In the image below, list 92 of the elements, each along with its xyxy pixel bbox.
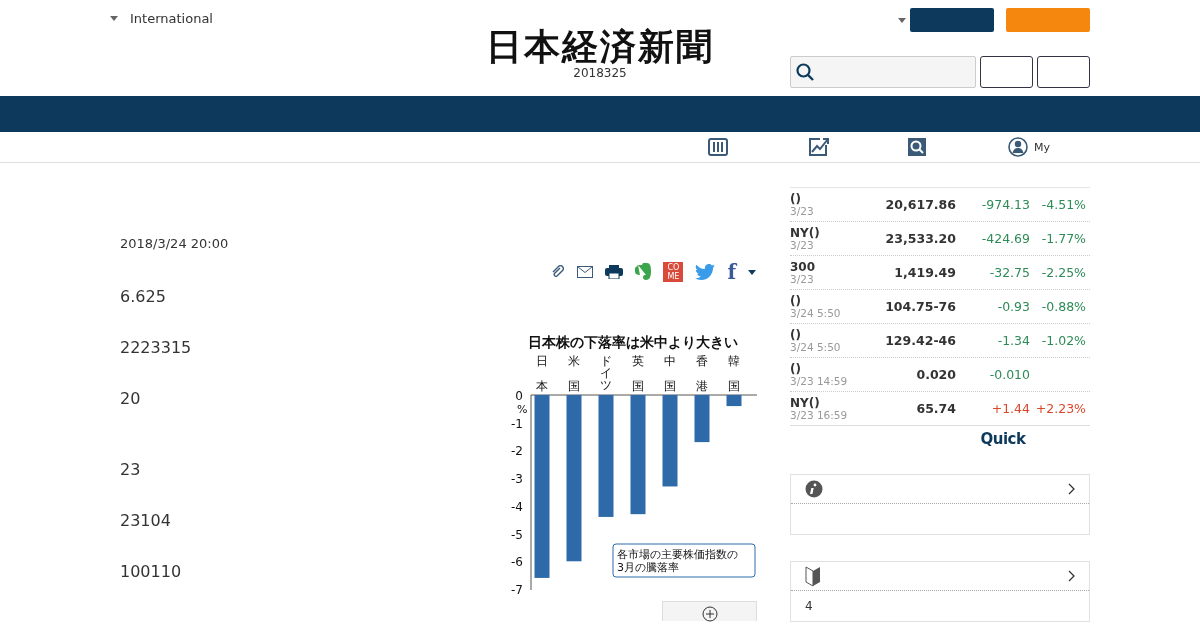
tick-label: -5 — [511, 527, 523, 542]
tick-label: 0 — [515, 389, 523, 403]
tick-label: -1 — [511, 416, 523, 431]
category-label: 香港 — [696, 354, 708, 393]
tick-label: -6 — [511, 555, 523, 570]
panel-text: 4 — [805, 599, 813, 613]
outline-button[interactable] — [1037, 56, 1090, 88]
market-name[interactable]: () — [790, 192, 870, 205]
search-field[interactable] — [790, 56, 976, 88]
market-value: 1,419.49 — [893, 265, 956, 280]
bar — [694, 395, 710, 443]
category-label: 日本 — [536, 354, 548, 393]
market-change: +1.44 — [990, 401, 1030, 416]
issue-date: 2018325 — [573, 66, 627, 80]
market-date: 3/23 16:59 — [790, 408, 849, 421]
market-value: 20,617.86 — [884, 197, 956, 212]
mail-icon[interactable] — [577, 266, 594, 278]
quick-logo[interactable]: Quick — [965, 430, 1041, 448]
market-percent: +2.23% — [1034, 401, 1086, 416]
plus-circle-icon — [701, 606, 718, 622]
info-icon[interactable] — [805, 480, 823, 498]
category-label: 韓国 — [728, 354, 740, 393]
market-change: -0.010 — [988, 367, 1030, 382]
market-value: 23,533.20 — [884, 231, 956, 246]
market-name[interactable]: () — [790, 362, 870, 375]
market-name[interactable]: NY() — [790, 396, 870, 409]
article-paragraph: 2223315 — [120, 338, 192, 358]
bar — [726, 395, 742, 407]
article-paragraph: 100110 — [120, 562, 183, 582]
tick-label: -4 — [511, 499, 523, 514]
search-icon — [796, 63, 814, 81]
grid-icon[interactable] — [708, 138, 728, 156]
category-label: 中国 — [664, 354, 676, 393]
market-date: 3/23 — [790, 238, 814, 251]
outline-button[interactable] — [980, 56, 1033, 88]
search-icon[interactable] — [908, 138, 926, 156]
paperclip-icon[interactable] — [551, 265, 566, 279]
market-date: 3/23 14:59 — [790, 374, 849, 387]
zoom-button[interactable] — [662, 601, 757, 621]
market-percent: -2.25% — [1040, 265, 1086, 280]
edition-dropdown[interactable]: International — [110, 11, 213, 26]
axis-unit: % — [517, 403, 528, 416]
market-percent: -1.77% — [1040, 231, 1086, 246]
category-label: ドイツ — [600, 354, 612, 392]
bird-icon[interactable] — [695, 264, 716, 280]
newspaper-logo[interactable]: 日本経済新聞 — [486, 26, 714, 66]
article-paragraph: 20 — [120, 389, 142, 409]
annotation: 各市場の主要株価指数の — [617, 548, 738, 561]
caret-icon[interactable] — [898, 17, 906, 23]
elephant-icon[interactable] — [635, 263, 652, 281]
market-percent: -1.02% — [1040, 333, 1086, 348]
article-timestamp: 2018/3/24 20:00 — [120, 236, 230, 251]
market-date: 3/24 5:50 — [790, 340, 842, 353]
market-value: 65.74 — [915, 401, 956, 416]
come-icon[interactable]: CO ME — [663, 262, 684, 282]
market-change: -974.13 — [980, 197, 1030, 212]
chart-note: 各市場の主要株価指数の 3月の騰落率 — [612, 543, 756, 578]
category-label: 米国 — [568, 354, 580, 393]
tick-label: -2 — [511, 444, 523, 459]
article-paragraph: 6.625 — [120, 287, 167, 307]
market-value: 104.75-76 — [884, 299, 956, 314]
facebook-link[interactable]: f — [727, 260, 736, 284]
chart-icon[interactable] — [808, 137, 830, 157]
market-name[interactable]: 300 — [790, 260, 870, 273]
market-name[interactable]: () — [790, 294, 870, 307]
market-change: -32.75 — [988, 265, 1030, 280]
market-change: -424.69 — [980, 231, 1030, 246]
market-change: -1.34 — [996, 333, 1030, 348]
nav-label[interactable]: My — [1034, 140, 1050, 154]
chevron-right-icon[interactable] — [1068, 570, 1075, 582]
market-percent: -0.88% — [1040, 299, 1086, 314]
market-value: 129.42-46 — [884, 333, 956, 348]
category-label: 英国 — [632, 354, 644, 393]
market-date: 3/24 5:50 — [790, 306, 842, 319]
chart-title: 日本株の下落率は米中より大きい — [528, 334, 738, 350]
market-change: -0.93 — [996, 299, 1030, 314]
market-value: 0.020 — [915, 367, 956, 382]
user-icon[interactable] — [1008, 137, 1028, 157]
article-paragraph: 23 — [120, 460, 142, 480]
tick-label: -3 — [511, 472, 523, 487]
caret-icon[interactable] — [748, 269, 756, 275]
market-percent: -4.51% — [1040, 197, 1086, 212]
market-name[interactable]: () — [790, 328, 870, 341]
chevron-right-icon[interactable] — [1068, 483, 1075, 495]
beginner-mark-icon[interactable] — [805, 565, 821, 587]
market-name[interactable]: NY() — [790, 226, 870, 239]
tick-label: -7 — [511, 583, 523, 597]
printer-icon[interactable] — [605, 265, 624, 279]
market-date: 3/23 — [790, 272, 815, 285]
annotation: 3月の騰落率 — [617, 561, 679, 574]
market-date: 3/23 — [790, 204, 815, 217]
article-paragraph: 23104 — [120, 511, 172, 531]
